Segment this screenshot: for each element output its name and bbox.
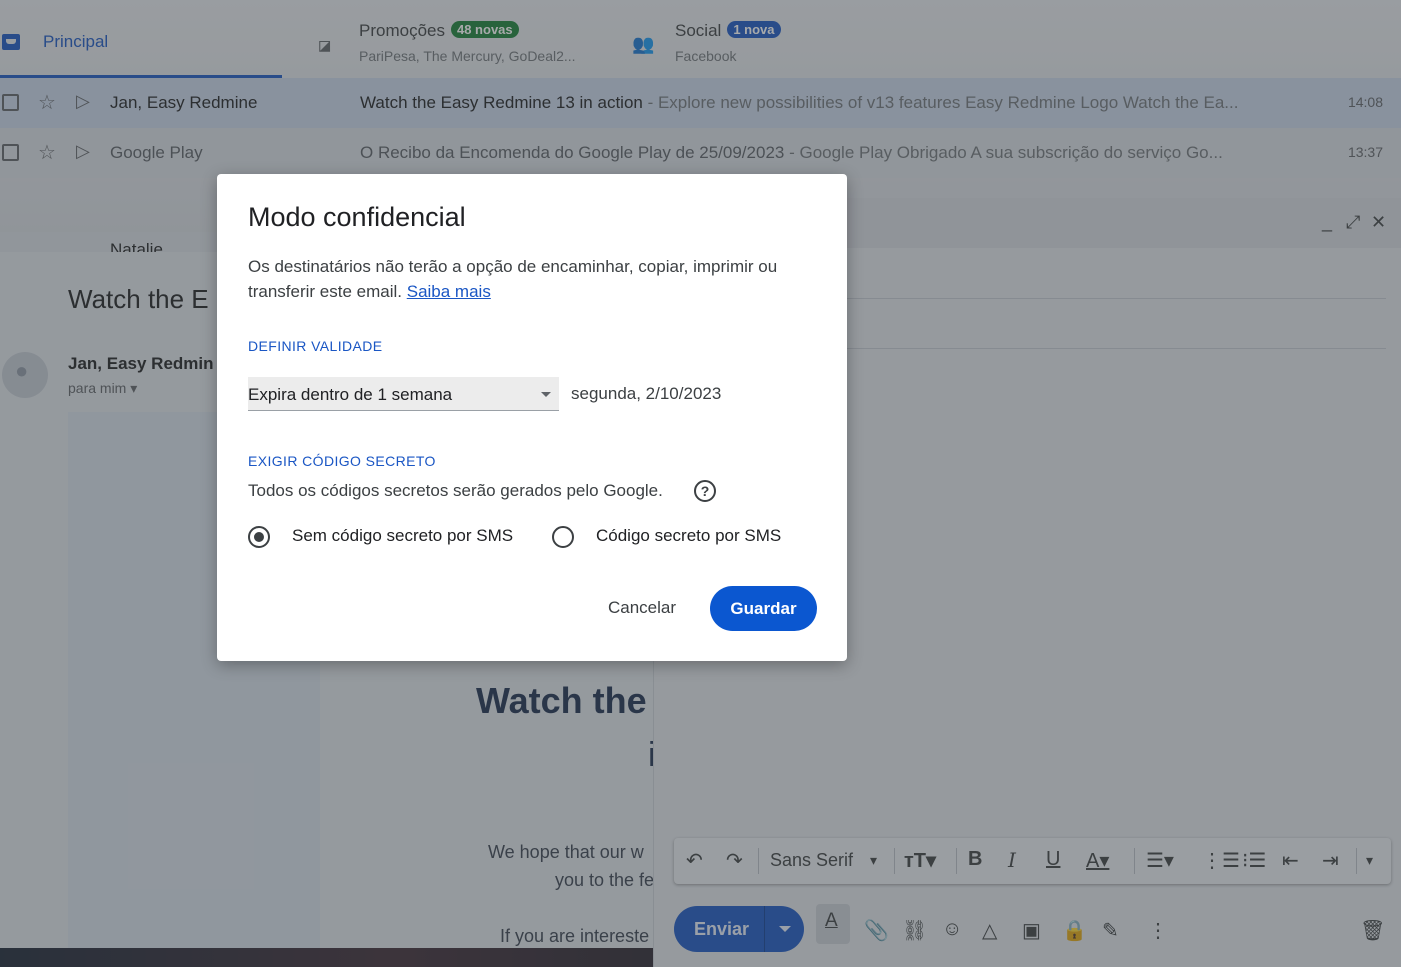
expiry-selected-value: Expira dentro de 1 semana — [248, 385, 453, 404]
expiry-select[interactable]: Expira dentro de 1 semana — [248, 377, 559, 411]
dialog-description: Os destinatários não terão a opção de en… — [248, 254, 828, 304]
confidential-mode-dialog: Modo confidencial Os destinatários não t… — [217, 174, 847, 661]
no-sms-radio[interactable] — [248, 526, 270, 548]
no-sms-label[interactable]: Sem código secreto por SMS — [292, 526, 513, 546]
passcode-info: Todos os códigos secretos serão gerados … — [248, 481, 663, 500]
help-icon[interactable]: ? — [694, 480, 716, 502]
expiry-heading: DEFINIR VALIDADE — [248, 338, 383, 354]
dialog-title: Modo confidencial — [248, 202, 466, 232]
expiry-date: segunda, 2/10/2023 — [571, 384, 722, 403]
dialog-description-text: Os destinatários não terão a opção de en… — [248, 257, 778, 301]
learn-more-link[interactable]: Saiba mais — [407, 282, 491, 301]
chevron-down-icon — [541, 392, 551, 397]
sms-label[interactable]: Código secreto por SMS — [596, 526, 781, 546]
cancel-button[interactable]: Cancelar — [589, 587, 695, 629]
passcode-heading: EXIGIR CÓDIGO SECRETO — [248, 453, 436, 469]
save-button[interactable]: Guardar — [710, 586, 817, 631]
sms-radio[interactable] — [552, 526, 574, 548]
